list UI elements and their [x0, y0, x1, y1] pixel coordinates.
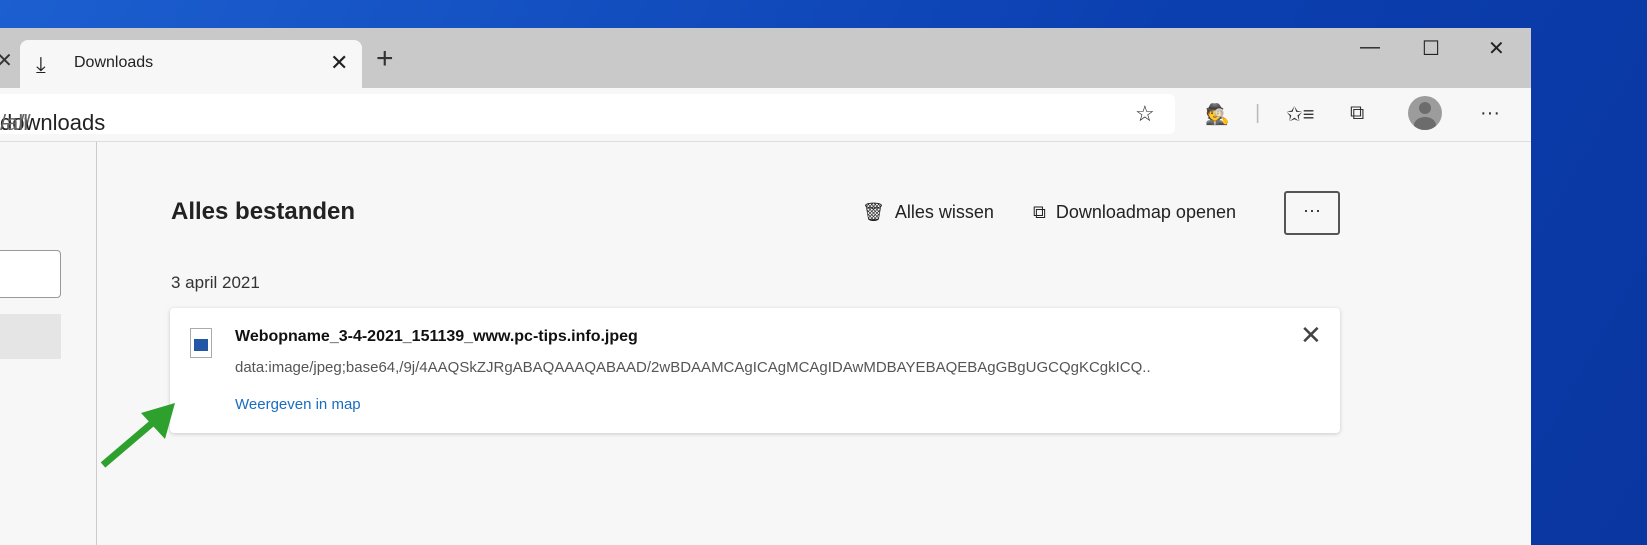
new-tab-button[interactable]: + — [376, 42, 394, 76]
avatar[interactable] — [1408, 96, 1442, 130]
arrow-annotation-icon — [100, 403, 175, 468]
date-header: 3 april 2021 — [171, 273, 260, 292]
search-input[interactable] — [0, 250, 61, 298]
image-file-icon — [190, 328, 212, 358]
tab-downloads[interactable]: ⤓ Downloads ✕ — [20, 40, 362, 88]
clear-all-label: Alles wissen — [894, 202, 994, 222]
show-in-folder-link[interactable]: Weergeven in map — [235, 396, 361, 413]
divider: | — [1255, 102, 1261, 124]
browser-window: ✕ ⤓ Downloads ✕ + — ☐ ✕ e://downloads/al… — [0, 28, 1531, 545]
minimize-button[interactable]: — — [1360, 36, 1380, 59]
sidebar-item-all[interactable] — [0, 314, 61, 359]
open-folder-label: Downloadmap openen — [1055, 202, 1236, 222]
more-menu-icon[interactable]: ··· — [1480, 102, 1500, 125]
trash-icon: 🗑 — [862, 202, 885, 222]
favorites-icon[interactable]: ✩≡ — [1286, 102, 1314, 127]
extension-icon[interactable]: 🕵 — [1205, 102, 1230, 127]
address-bar[interactable]: e://downloads/all ☆ — [0, 94, 1175, 135]
collections-icon[interactable]: ⧉ — [1350, 102, 1364, 125]
tab-title: Downloads — [74, 54, 154, 71]
remove-download-icon[interactable]: ✕ — [1300, 320, 1322, 351]
open-external-icon: ⧉ — [1033, 202, 1046, 222]
file-url: data:image/jpeg;base64,/9j/4AAQSkZJRgABA… — [235, 359, 1151, 376]
download-icon: ⤓ — [36, 52, 46, 77]
page-title: Alles bestanden — [171, 198, 356, 225]
address-bar-row: e://downloads/all ☆ 🕵 | ✩≡ ⧉ ··· — [0, 88, 1531, 142]
open-folder-button[interactable]: ⧉ Downloadmap openen — [1033, 202, 1236, 223]
tab-bar: ✕ ⤓ Downloads ✕ + — ☐ ✕ — [0, 28, 1531, 88]
file-name[interactable]: Webopname_3-4-2021_151139_www.pc-tips.in… — [235, 328, 638, 346]
add-favorite-icon[interactable]: ☆ — [1135, 101, 1155, 127]
maximize-button[interactable]: ☐ — [1422, 36, 1440, 61]
download-item: Webopname_3-4-2021_151139_www.pc-tips.in… — [170, 308, 1340, 433]
close-tab-icon[interactable]: ✕ — [330, 50, 348, 76]
sidebar — [0, 142, 97, 545]
url-path: /all — [0, 110, 29, 135]
close-icon[interactable]: ✕ — [0, 48, 13, 73]
clear-all-button[interactable]: 🗑 Alles wissen — [862, 202, 994, 223]
more-options-button[interactable]: ··· — [1284, 191, 1340, 235]
close-window-button[interactable]: ✕ — [1488, 36, 1505, 61]
